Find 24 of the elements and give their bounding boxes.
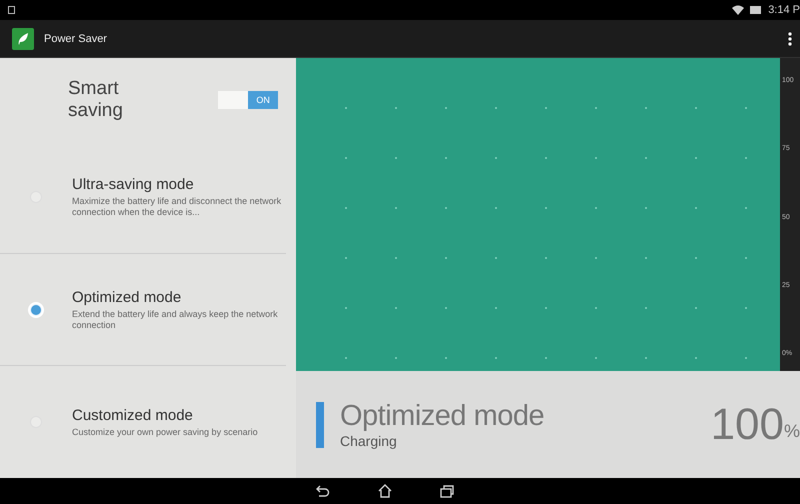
- mode-description: Maximize the battery life and disconnect the network connection when the device is...: [72, 196, 282, 218]
- charging-status: Charging: [340, 433, 398, 449]
- home-icon[interactable]: [378, 484, 392, 498]
- mode-description: Customize your own power saving by scenario: [72, 426, 258, 438]
- app-logo-icon: [12, 28, 34, 50]
- mode-title: Customized mode: [72, 406, 194, 424]
- wifi-icon: [732, 5, 744, 15]
- battery-percent: 100: [710, 400, 784, 450]
- radio-button[interactable]: [30, 304, 42, 316]
- mode-title: Ultra-saving mode: [72, 176, 195, 193]
- mode-indicator-bar: [316, 402, 324, 448]
- smart-saving-label: Smart saving: [68, 78, 124, 122]
- smart-saving-toggle[interactable]: ON: [218, 90, 278, 108]
- status-time: 3:14 P: [768, 4, 800, 16]
- current-mode: Optimized mode: [340, 400, 544, 433]
- app-title: Power Saver: [44, 32, 107, 44]
- percent-unit: %: [784, 421, 800, 442]
- back-icon[interactable]: [316, 485, 330, 497]
- recent-apps-icon[interactable]: [440, 484, 454, 498]
- mode-description: Extend the battery life and always keep the network connection: [72, 308, 279, 330]
- notification-icon: [8, 6, 15, 14]
- mode-title: Optimized mode: [72, 288, 182, 306]
- battery-icon: [750, 6, 762, 14]
- overflow-menu-icon[interactable]: [788, 32, 792, 46]
